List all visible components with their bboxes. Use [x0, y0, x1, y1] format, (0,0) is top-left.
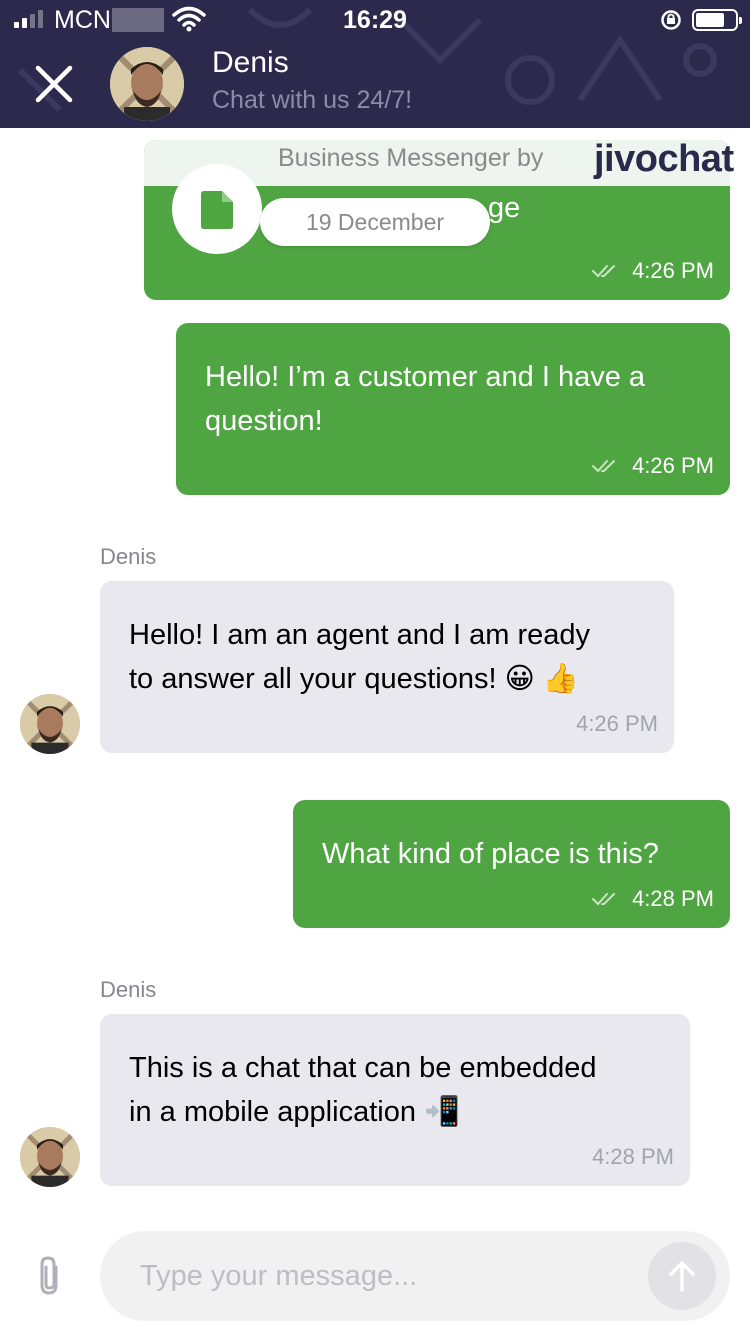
jivochat-logo: jivochat: [594, 138, 734, 180]
agent-avatar-small: [20, 1127, 80, 1187]
message-text: What kind of place is this?: [322, 838, 659, 870]
message-meta: 4:26 PM: [592, 453, 714, 479]
message-text: This is a chat that can be embedded in a…: [129, 1052, 597, 1128]
date-separator: 19 December: [260, 198, 490, 246]
agent-avatar: [110, 47, 184, 121]
message-input[interactable]: [140, 1231, 640, 1321]
paperclip-icon[interactable]: [34, 1255, 66, 1297]
message-bubble-incoming: This is a chat that can be embedded in a…: [100, 1014, 690, 1186]
arrow-up-icon: [669, 1261, 695, 1292]
message-time: 4:28 PM: [592, 1144, 674, 1169]
message-meta: 4:26 PM: [592, 258, 714, 284]
status-time: 16:29: [343, 6, 407, 34]
close-button[interactable]: [30, 60, 78, 108]
double-check-icon: [592, 460, 616, 473]
message-time: 4:28 PM: [632, 886, 714, 911]
battery-icon: [692, 9, 742, 31]
message-bubble-outgoing: What kind of place is this? 4:28 PM: [293, 800, 730, 928]
message-time: 4:26 PM: [632, 453, 714, 478]
agent-subtitle: Chat with us 24/7!: [212, 86, 413, 114]
sender-name: Denis: [100, 544, 157, 569]
chat-header: MCN 16:29 Denis Chat with us 24/7!: [0, 0, 750, 128]
rotation-lock-icon: [661, 10, 681, 30]
sender-name: Denis: [100, 977, 157, 1002]
message-text: Hello! I’m a customer and I have a quest…: [205, 361, 646, 437]
message-time: 4:26 PM: [576, 711, 658, 736]
double-check-icon: [592, 893, 616, 906]
message-meta: 4:28 PM: [592, 886, 714, 912]
message-time: 4:26 PM: [632, 258, 714, 283]
send-button[interactable]: [648, 1242, 716, 1310]
agent-avatar-small: [20, 694, 80, 754]
message-text: Hello! I am an agent and I am ready to a…: [129, 619, 591, 695]
file-attachment[interactable]: [172, 164, 262, 254]
status-bar: MCN 16:29: [0, 0, 750, 40]
branding-text: Business Messenger by: [278, 144, 544, 172]
partial-message-text: ge: [488, 192, 521, 224]
file-icon: [201, 191, 233, 229]
close-icon: [35, 65, 73, 103]
message-bubble-incoming: Hello! I am an agent and I am ready to a…: [100, 581, 674, 753]
message-bubble-outgoing: Hello! I’m a customer and I have a quest…: [176, 323, 730, 495]
agent-name: Denis: [212, 46, 289, 79]
message-composer: [100, 1231, 730, 1321]
double-check-icon: [592, 265, 616, 278]
